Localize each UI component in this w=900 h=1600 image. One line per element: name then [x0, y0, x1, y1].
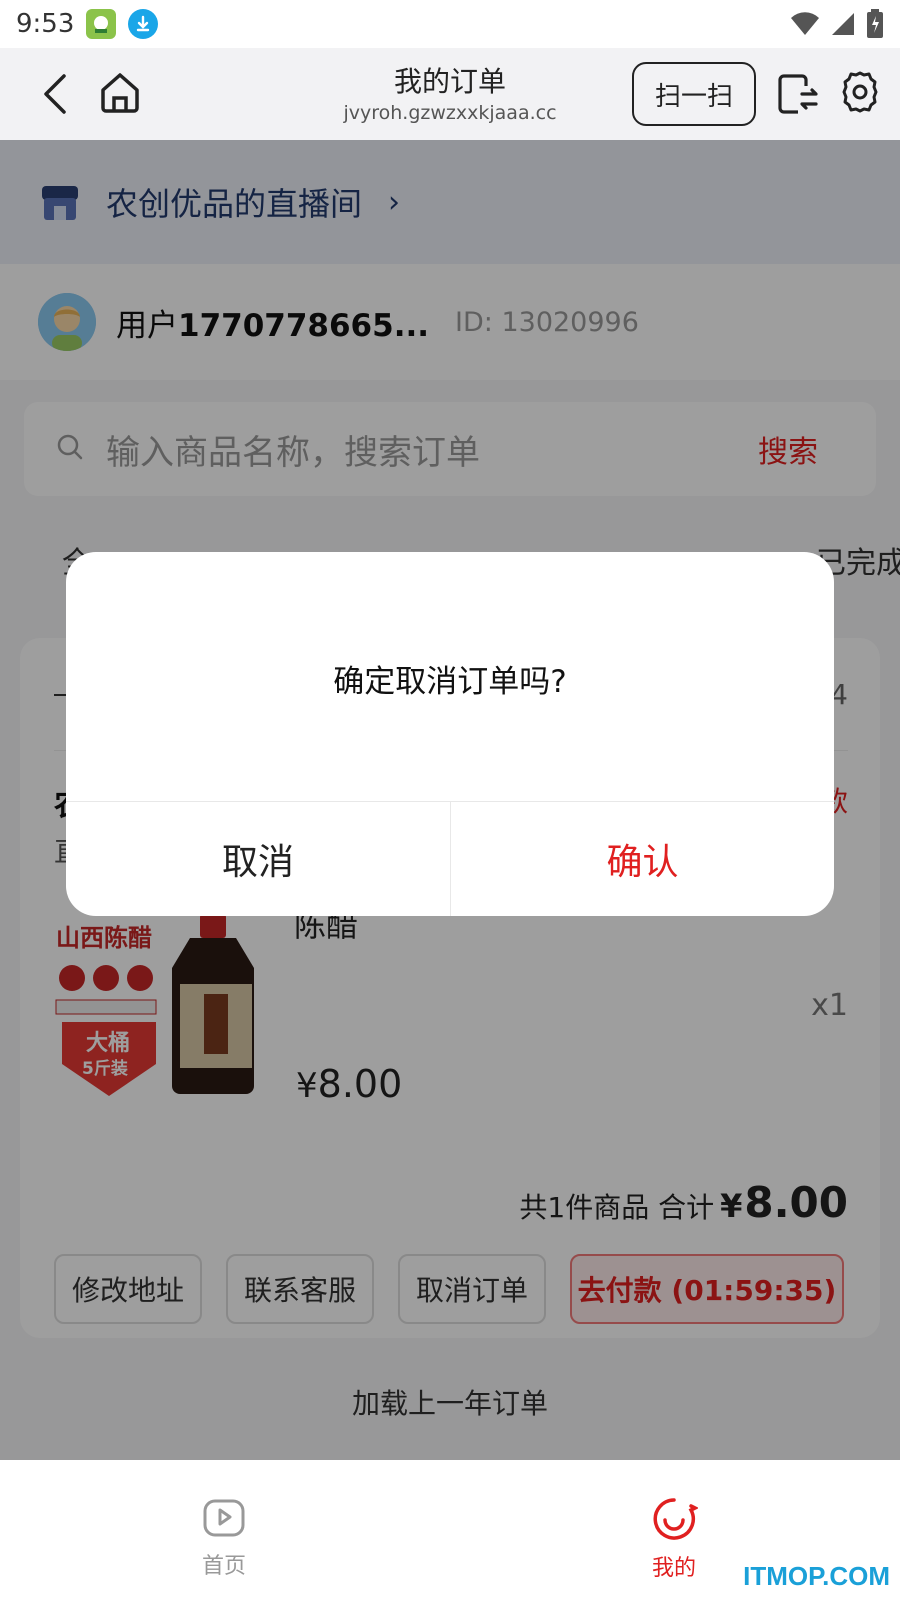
- nav-mine-label: 我的: [651, 1556, 696, 1581]
- dialog-confirm-button[interactable]: 确认: [451, 802, 834, 916]
- nav-home-label: 首页: [201, 1554, 246, 1579]
- switch-icon[interactable]: [776, 72, 818, 116]
- scan-button[interactable]: 扫一扫: [632, 62, 756, 126]
- smile-icon: [653, 1498, 699, 1540]
- gear-icon[interactable]: [838, 70, 882, 114]
- wifi-icon: [791, 12, 819, 36]
- battery-icon: [867, 9, 883, 38]
- watermark: ITMOP.COM: [743, 1561, 890, 1591]
- play-icon: [203, 1499, 245, 1537]
- cancel-order-dialog: 确定取消订单吗? 取消 确认: [66, 552, 834, 916]
- dialog-message: 确定取消订单吗?: [333, 664, 567, 700]
- page-title: 我的订单: [393, 65, 506, 98]
- page-url: jvyroh.gzwzxxkjaaa.cc: [343, 102, 557, 124]
- download-icon: [128, 9, 159, 39]
- title-bar: 我的订单 jvyroh.gzwzxxkjaaa.cc 扫一扫: [0, 48, 900, 140]
- nav-home[interactable]: 首页: [164, 1496, 284, 1580]
- status-time: 9:53: [16, 9, 75, 39]
- bottom-nav: 首页 我的 ITMOP.COM: [0, 1460, 900, 1600]
- app-notification-icon: [86, 9, 117, 39]
- dialog-cancel-button[interactable]: 取消: [66, 802, 450, 916]
- nav-mine[interactable]: 我的: [614, 1496, 734, 1582]
- status-right: [790, 9, 884, 39]
- status-bar: 9:53: [0, 0, 900, 48]
- signal-icon: [832, 13, 854, 35]
